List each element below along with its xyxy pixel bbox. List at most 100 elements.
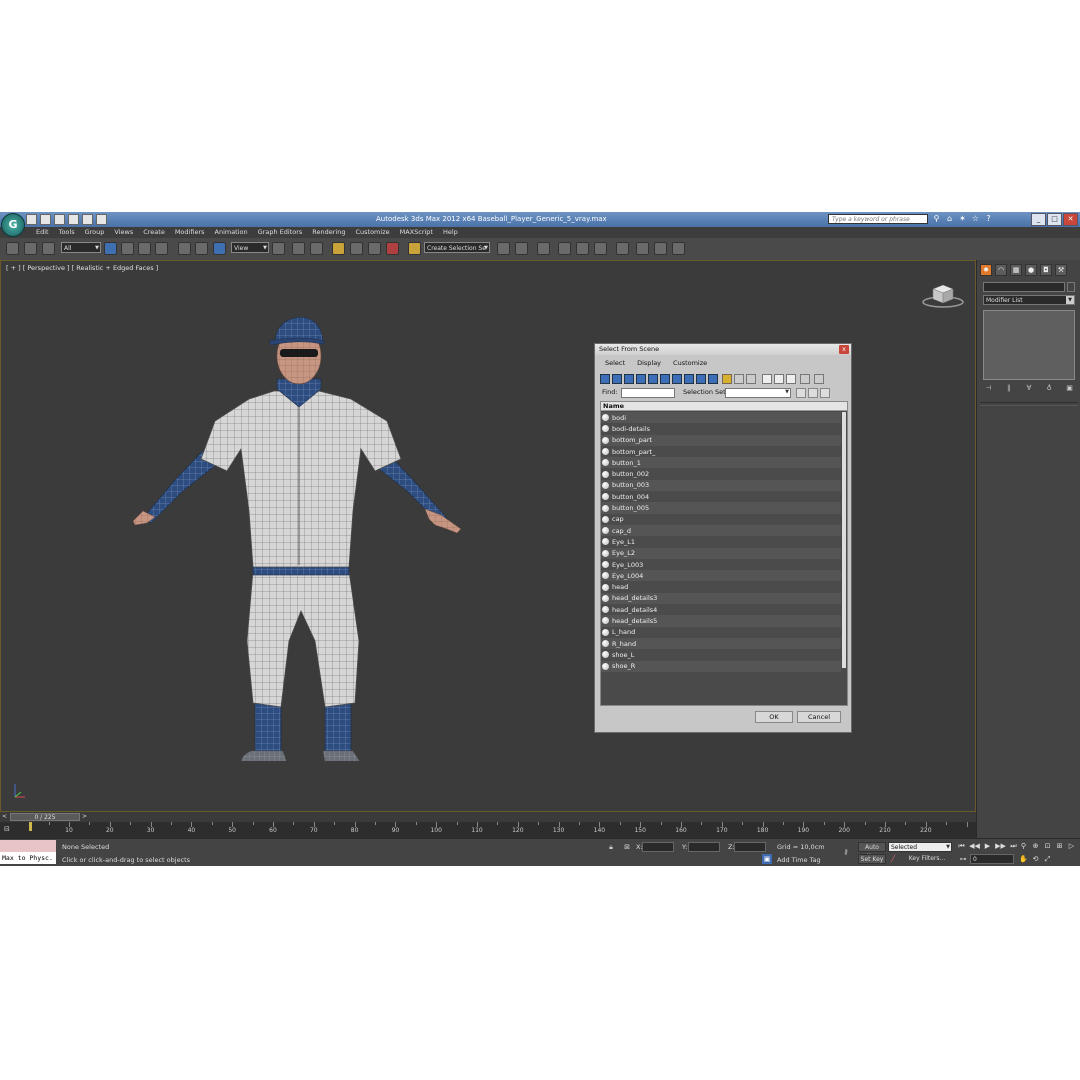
favorites-icon[interactable]: ☆ [971,214,980,223]
rectangular-selection-icon[interactable] [138,242,151,255]
maxscript-listener-top[interactable] [0,840,56,852]
orbit-icon[interactable]: ⟲ [1030,854,1041,865]
percent-snap-icon[interactable] [368,242,381,255]
curve-editor-icon[interactable] [576,242,589,255]
display-shapes-icon[interactable] [612,374,622,384]
auto-key-button[interactable]: Auto Key [858,842,886,860]
x-coordinate-field[interactable] [642,842,674,852]
list-item[interactable]: bodi [601,412,841,424]
render-production-icon[interactable] [672,242,685,255]
display-geometry-icon[interactable] [600,374,610,384]
named-selection-set-dropdown[interactable]: Create Selection Se [424,242,490,253]
remove-modifier-icon[interactable]: ♁ [1044,383,1055,394]
hierarchy-tab-icon[interactable]: ▦ [1010,264,1022,276]
display-xrefs-icon[interactable] [684,374,694,384]
selection-filter-dropdown[interactable]: All [61,242,101,253]
cancel-button[interactable]: Cancel [797,711,841,723]
y-coordinate-field[interactable] [688,842,720,852]
maximize-viewport-icon[interactable]: ⤢ [1042,854,1053,865]
time-slider-next[interactable]: > [82,813,87,820]
window-crossing-icon[interactable] [155,242,168,255]
zoom-all-icon[interactable]: ⊕ [1030,841,1041,852]
previous-frame-icon[interactable]: ◀◀ [969,841,980,851]
select-none-icon[interactable] [774,374,784,384]
search-input[interactable]: Type a keyword or phrase [828,214,928,224]
help-icon[interactable]: ? [984,214,993,223]
menu-maxscript[interactable]: MAXScript [395,228,438,237]
reference-coordinate-dropdown[interactable]: View [231,242,269,253]
menu-views[interactable]: Views [109,228,138,237]
list-item[interactable]: head_details4 [601,604,841,616]
key-mode-toggle-icon[interactable]: ⊶ [958,854,968,864]
menu-tools[interactable]: Tools [54,228,80,237]
application-button[interactable]: G [1,213,25,237]
make-unique-icon[interactable]: ∀ [1024,383,1035,394]
layer-manager-icon[interactable] [537,242,550,255]
menu-graph-editors[interactable]: Graph Editors [253,228,308,237]
open-file-icon[interactable] [40,214,51,225]
motion-tab-icon[interactable]: ● [1025,264,1037,276]
dialog-menu-customize[interactable]: Customize [667,358,713,368]
display-hidden-icon[interactable] [734,374,744,384]
modifier-stack[interactable] [983,310,1075,380]
list-item[interactable]: shoe_R [601,660,841,672]
display-groups-icon[interactable] [672,374,682,384]
display-bones-icon[interactable] [696,374,706,384]
list-item[interactable]: button_003 [601,479,841,492]
pan-view-icon[interactable]: ✋ [1018,854,1029,865]
display-space-warps-icon[interactable] [660,374,670,384]
display-tab-icon[interactable]: ◘ [1040,264,1052,276]
zoom-extents-icon[interactable]: ⊡ [1042,841,1053,852]
menu-modifiers[interactable]: Modifiers [170,228,210,237]
list-item[interactable]: Eye_L004 [601,570,841,582]
next-frame-icon[interactable]: ▶▶ [995,841,1006,851]
baseball-player-model[interactable] [129,311,469,761]
display-helpers-icon[interactable] [648,374,658,384]
set-key-button[interactable]: Set Key [858,854,886,864]
find-wildcard-icon[interactable] [808,388,818,398]
edit-named-selection-icon[interactable] [408,242,421,255]
align-icon[interactable] [515,242,528,255]
menu-customize[interactable]: Customize [350,228,394,237]
rendered-frame-window-icon[interactable] [654,242,667,255]
utilities-tab-icon[interactable]: ⚒ [1055,264,1067,276]
viewport-label[interactable]: [ + ] [ Perspective ] [ Realistic + Edge… [6,264,158,272]
list-item[interactable]: Eye_L2 [601,547,841,559]
list-item[interactable]: bodi-details [601,423,841,435]
show-end-result-icon[interactable]: ∥ [1003,383,1014,394]
select-object-icon[interactable] [104,242,117,255]
mirror-icon[interactable] [497,242,510,255]
viewcube-icon[interactable] [921,281,965,309]
key-mode-dropdown[interactable]: Selected [888,842,952,852]
select-all-icon[interactable] [762,374,772,384]
time-slider-prev[interactable]: < [2,813,7,820]
subscription-icon[interactable]: ⌂ [945,214,954,223]
key-filter-icon[interactable]: ╱ [888,854,898,864]
object-name-field[interactable] [983,282,1065,292]
spinner-snap-icon[interactable] [386,242,399,255]
display-all-icon[interactable] [746,374,756,384]
list-item[interactable]: button_002 [601,468,841,480]
list-item[interactable]: head_details5 [601,615,841,627]
list-item[interactable]: bottom_part_ [601,445,841,458]
scene-object-list[interactable]: Name bodi bodi-details bottom_part bottom_p… [600,401,848,706]
name-column-header[interactable]: Name [601,402,847,411]
modify-tab-icon[interactable]: ◠ [995,264,1007,276]
field-of-view-icon[interactable]: ▷ [1066,841,1077,852]
dialog-close-button[interactable]: x [839,345,849,354]
list-item[interactable]: Eye_L1 [601,536,841,548]
unlink-icon[interactable] [24,242,37,255]
display-cameras-icon[interactable] [636,374,646,384]
minimize-button[interactable]: _ [1031,213,1046,226]
dialog-menu-select[interactable]: Select [599,358,631,368]
find-case-sensitive-icon[interactable] [796,388,806,398]
snaps-toggle-icon[interactable] [332,242,345,255]
go-to-start-icon[interactable]: ⏮ [956,841,967,851]
selection-set-dropdown[interactable] [725,388,791,398]
select-and-link-icon[interactable] [6,242,19,255]
ok-button[interactable]: OK [755,711,793,723]
find-input[interactable] [621,388,675,398]
modifier-list-dropdown[interactable]: Modifier List ▼ [983,295,1075,305]
undo-icon[interactable] [68,214,79,225]
absolute-mode-icon[interactable]: ⊠ [622,842,632,852]
